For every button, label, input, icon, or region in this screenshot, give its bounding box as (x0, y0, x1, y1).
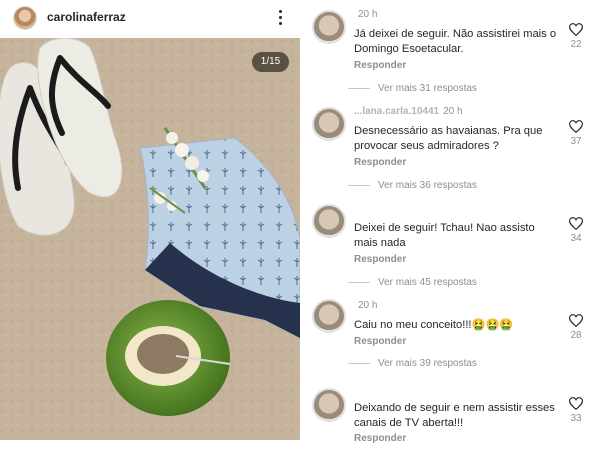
comment-text: Já deixei de seguir. Não assistirei mais… (354, 28, 557, 55)
replies-divider (348, 281, 370, 283)
view-more-replies-label: Ver mais 36 respostas (378, 180, 477, 191)
comment-username[interactable]: ...lana.carla.10441 (354, 106, 439, 117)
comment-text: Desnecessário as havaianas. Pra que prov… (354, 125, 543, 152)
comment-time: 20 h (358, 300, 378, 311)
comments-panel: 20 h Já deixei de seguir. Não assistirei… (300, 0, 600, 450)
view-more-replies[interactable]: Ver mais 36 respostas (348, 180, 477, 191)
more-options-icon[interactable] (272, 7, 288, 27)
author-avatar[interactable] (13, 6, 37, 30)
comment-text: Caiu no meu conceito!!!🤮🤮🤮 (354, 319, 514, 331)
heart-icon (569, 314, 583, 327)
view-more-replies[interactable]: Ver mais 45 respostas (348, 277, 477, 288)
post-panel: carolinaferraz 1/15 (0, 0, 300, 450)
carousel-dots (130, 444, 160, 448)
comment-text: Deixei de seguir! Tchau! Nao assisto mai… (354, 222, 535, 249)
commenter-avatar[interactable] (312, 10, 346, 44)
like-count: 22 (570, 39, 582, 50)
like-comment-button[interactable]: 33 (566, 397, 586, 437)
replies-divider (348, 87, 370, 89)
commenter-avatar[interactable] (312, 204, 346, 238)
comment-meta (354, 383, 358, 394)
like-comment-button[interactable]: 22 (566, 23, 586, 63)
comment-time: 20 h (443, 106, 463, 117)
beach-photo-illustration (0, 38, 300, 440)
like-count: 37 (570, 136, 582, 147)
reply-button[interactable]: Responder (354, 254, 406, 265)
commenter-avatar[interactable] (312, 107, 346, 141)
reply-button[interactable]: Responder (354, 60, 406, 71)
comment-time: 20 h (358, 9, 378, 20)
page-indicator: 1/15 (252, 52, 289, 72)
post-header: carolinaferraz (0, 0, 300, 38)
heart-icon (569, 397, 583, 410)
comment-meta: 20 h (354, 300, 377, 311)
reply-button[interactable]: Responder (354, 433, 406, 444)
like-count: 34 (570, 233, 582, 244)
heart-icon (569, 23, 583, 36)
commenter-avatar[interactable] (312, 299, 346, 333)
like-count: 28 (570, 330, 582, 341)
heart-icon (569, 217, 583, 230)
heart-icon (569, 120, 583, 133)
comment-meta: 20 h (354, 9, 377, 20)
comment-meta (354, 203, 358, 214)
like-comment-button[interactable]: 37 (566, 120, 586, 160)
author-username[interactable]: carolinaferraz (47, 10, 126, 24)
comment-meta: ...lana.carla.10441 20 h (354, 106, 463, 117)
reply-button[interactable]: Responder (354, 157, 406, 168)
view-more-replies[interactable]: Ver mais 31 respostas (348, 83, 477, 94)
reply-button[interactable]: Responder (354, 336, 406, 347)
view-more-replies-label: Ver mais 31 respostas (378, 83, 477, 94)
coconut (106, 300, 231, 416)
replies-divider (348, 362, 370, 364)
view-more-replies-label: Ver mais 39 respostas (378, 358, 477, 369)
view-more-replies-label: Ver mais 45 respostas (378, 277, 477, 288)
comment-text: Deixando de seguir e nem assistir esses … (354, 402, 555, 429)
like-comment-button[interactable]: 34 (566, 217, 586, 257)
like-comment-button[interactable]: 28 (566, 314, 586, 354)
like-count: 33 (570, 413, 582, 424)
post-photo[interactable]: 1/15 (0, 38, 300, 440)
view-more-replies[interactable]: Ver mais 39 respostas (348, 358, 477, 369)
replies-divider (348, 184, 370, 186)
commenter-avatar[interactable] (312, 388, 346, 422)
